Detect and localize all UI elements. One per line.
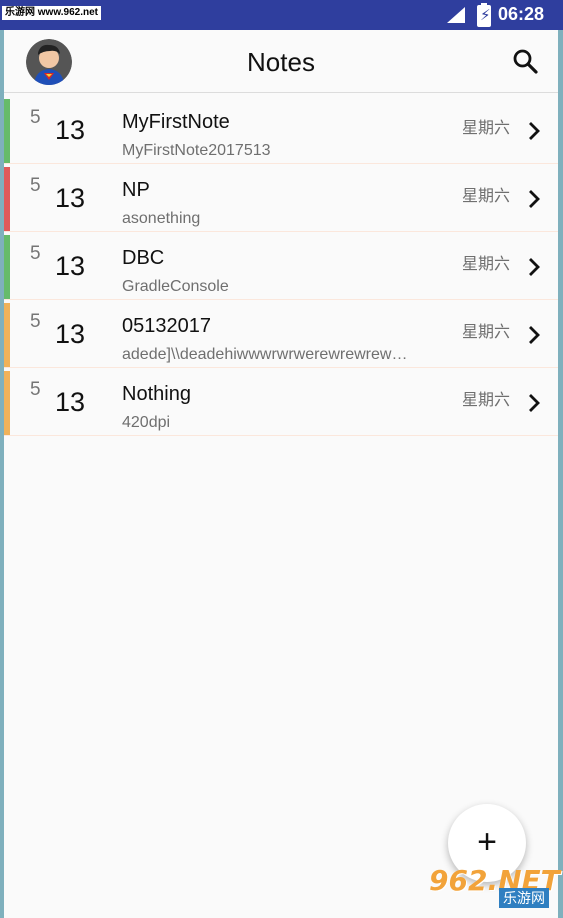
chevron-right-icon[interactable]	[526, 188, 542, 210]
watermark-top: 乐游网 www.962.net	[2, 6, 101, 20]
note-title: NP	[122, 179, 150, 201]
toolbar: Notes	[4, 30, 558, 93]
note-month: 5	[30, 311, 41, 332]
note-weekday: 星期六	[462, 322, 511, 341]
note-day: 13	[55, 183, 86, 213]
battery-charging-icon: ⚡	[477, 3, 491, 27]
watermark-logo-subtext: 乐游网	[499, 888, 549, 908]
note-row[interactable]: 5 13 Nothing 420dpi 星期六	[4, 371, 558, 436]
note-title: MyFirstNote	[122, 111, 230, 133]
note-day: 13	[55, 387, 86, 417]
note-day: 13	[55, 115, 86, 145]
status-time: 06:28	[498, 4, 545, 24]
note-color-bar	[4, 303, 10, 367]
note-weekday: 星期六	[462, 186, 511, 205]
note-color-bar	[4, 371, 10, 435]
search-icon[interactable]	[512, 48, 538, 74]
note-day: 13	[55, 319, 86, 349]
chevron-right-icon[interactable]	[526, 120, 542, 142]
note-color-bar	[4, 167, 10, 231]
chevron-right-icon[interactable]	[526, 392, 542, 414]
note-title: DBC	[122, 247, 165, 269]
chevron-right-icon[interactable]	[526, 256, 542, 278]
note-preview: asonething	[122, 210, 201, 227]
note-month: 5	[30, 243, 41, 264]
note-day: 13	[55, 251, 86, 281]
note-month: 5	[30, 107, 41, 128]
page-title: Notes	[247, 47, 315, 77]
note-color-bar	[4, 99, 10, 163]
app-screen: Notes 5 13 MyFirstNote MyFirstNote201751…	[4, 30, 558, 918]
notes-list: 5 13 MyFirstNote MyFirstNote2017513 星期六 …	[4, 99, 558, 439]
note-row[interactable]: 5 13 NP asonething 星期六	[4, 167, 558, 232]
note-row[interactable]: 5 13 MyFirstNote MyFirstNote2017513 星期六	[4, 99, 558, 164]
note-row[interactable]: 5 13 DBC GradleConsole 星期六	[4, 235, 558, 300]
watermark-bottom: 962.NET 乐游网	[425, 864, 560, 912]
note-preview: MyFirstNote2017513	[122, 142, 271, 159]
note-month: 5	[30, 379, 41, 400]
note-preview: 420dpi	[122, 414, 171, 431]
status-bar: 乐游网 www.962.net ⚡ 06:28	[0, 0, 563, 30]
chevron-right-icon[interactable]	[526, 324, 542, 346]
note-weekday: 星期六	[462, 254, 511, 273]
note-weekday: 星期六	[462, 390, 511, 409]
note-title: 05132017	[122, 315, 211, 337]
note-color-bar	[4, 235, 10, 299]
note-preview: GradleConsole	[122, 278, 229, 295]
note-row[interactable]: 5 13 05132017 adede]\\deadehiwwwrwrwerew…	[4, 303, 558, 368]
signal-icon	[447, 7, 465, 23]
note-title: Nothing	[122, 383, 191, 405]
note-weekday: 星期六	[462, 118, 511, 137]
note-preview: adede]\\deadehiwwwrwrwerewrewrewrewrew	[122, 346, 412, 363]
note-month: 5	[30, 175, 41, 196]
